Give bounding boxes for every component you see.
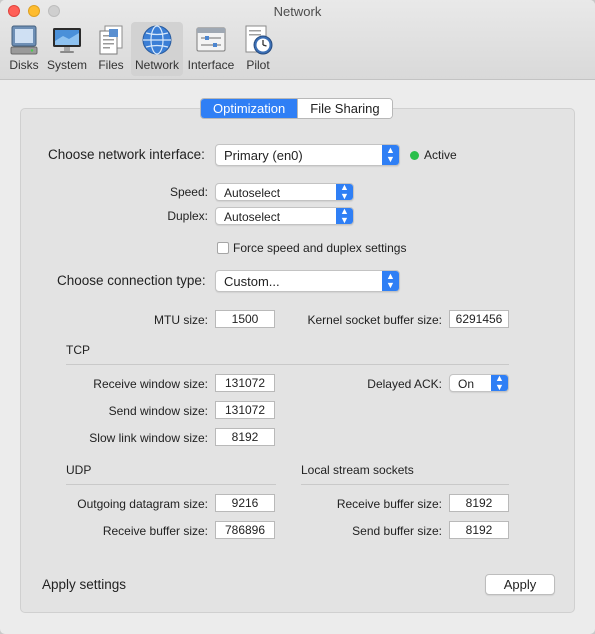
window-title: Network <box>273 4 322 19</box>
network-interface-value: Primary (en0) <box>224 148 303 163</box>
apply-button[interactable]: Apply <box>485 574 555 595</box>
kernel-buffer-field[interactable]: 6291456 <box>449 310 509 328</box>
udp-receive-buffer-field[interactable]: 786896 <box>215 521 275 539</box>
tcp-send-window-field[interactable]: 131072 <box>215 401 275 419</box>
kernel-buffer-label: Kernel socket buffer size: <box>307 313 442 327</box>
toolbar-interface[interactable]: Interface <box>185 22 237 76</box>
mtu-size-field[interactable]: 1500 <box>215 310 275 328</box>
toolbar-files[interactable]: Files <box>94 22 128 76</box>
speed-label: Speed: <box>169 185 208 199</box>
tcp-receive-window-label: Receive window size: <box>93 377 208 391</box>
toolbar-interface-label: Interface <box>187 58 235 72</box>
chevron-up-down-icon: ▲ ▼ <box>336 183 353 201</box>
tab-optimization[interactable]: Optimization <box>201 99 298 118</box>
chevron-up-down-icon: ▲ ▼ <box>336 207 353 225</box>
force-speed-duplex-label: Force speed and duplex settings <box>233 241 407 255</box>
toolbar-system-label: System <box>46 58 87 72</box>
toolbar-pilot-label: Pilot <box>246 58 270 72</box>
toolbar-network[interactable]: Network <box>131 22 183 76</box>
pilot-clock-icon <box>245 25 273 55</box>
udp-heading: UDP <box>66 463 92 477</box>
local-receive-buffer-field[interactable]: 8192 <box>449 494 509 512</box>
connection-type-label: Choose connection type: <box>57 273 206 288</box>
chevron-up-down-icon: ▲ ▼ <box>382 271 399 291</box>
network-window: Network Disks System Files Network Inter… <box>0 0 595 634</box>
tcp-send-window-label: Send window size: <box>108 404 208 418</box>
duplex-label: Duplex: <box>167 209 208 223</box>
delayed-ack-label: Delayed ACK: <box>367 377 442 391</box>
udp-outgoing-label: Outgoing datagram size: <box>77 497 208 511</box>
tcp-heading: TCP <box>66 343 90 357</box>
toolbar-system[interactable]: System <box>44 22 90 76</box>
udp-separator <box>66 484 276 485</box>
mtu-size-label: MTU size: <box>154 313 208 327</box>
network-interface-select[interactable]: Primary (en0) ▲ ▼ <box>215 144 400 166</box>
connection-type-select[interactable]: Custom... ▲ ▼ <box>215 270 400 292</box>
status-active-dot <box>410 151 419 160</box>
tab-switcher: Optimization File Sharing <box>200 98 393 119</box>
local-send-buffer-field[interactable]: 8192 <box>449 521 509 539</box>
delayed-ack-value: On <box>458 377 475 391</box>
local-stream-separator <box>301 484 509 485</box>
tcp-receive-window-field[interactable]: 131072 <box>215 374 275 392</box>
local-send-buffer-label: Send buffer size: <box>352 524 442 538</box>
toolbar-network-label: Network <box>134 58 179 72</box>
duplex-select[interactable]: Autoselect ▲ ▼ <box>215 207 354 225</box>
duplex-value: Autoselect <box>224 210 281 224</box>
title-bar: Network Disks System Files Network Inter… <box>0 0 595 80</box>
tcp-slow-link-field[interactable]: 8192 <box>215 428 275 446</box>
network-interface-label: Choose network interface: <box>48 147 205 162</box>
toolbar-files-label: Files <box>98 58 124 72</box>
udp-receive-buffer-label: Receive buffer size: <box>102 524 208 538</box>
interface-window-icon <box>196 27 226 52</box>
chevron-up-down-icon: ▲ ▼ <box>491 374 508 392</box>
local-receive-buffer-label: Receive buffer size: <box>336 497 442 511</box>
toolbar-pilot[interactable]: Pilot <box>240 22 276 76</box>
udp-outgoing-field[interactable]: 9216 <box>215 494 275 512</box>
apply-settings-label: Apply settings <box>42 577 127 592</box>
system-monitor-icon <box>53 28 81 53</box>
toolbar-disks-label: Disks <box>9 58 39 72</box>
tcp-slow-link-label: Slow link window size: <box>89 431 208 445</box>
files-icon <box>99 25 123 55</box>
toolbar-disks[interactable]: Disks <box>4 22 44 76</box>
status-label: Active <box>424 148 457 162</box>
delayed-ack-select[interactable]: On ▲ ▼ <box>449 374 509 392</box>
connection-type-value: Custom... <box>224 274 280 289</box>
network-globe-icon <box>142 25 172 55</box>
disks-icon <box>10 25 38 55</box>
tcp-separator <box>66 364 509 365</box>
chevron-up-down-icon: ▲ ▼ <box>382 145 399 165</box>
speed-value: Autoselect <box>224 186 281 200</box>
force-speed-duplex-checkbox[interactable] <box>217 242 229 254</box>
tab-file-sharing[interactable]: File Sharing <box>297 99 392 118</box>
speed-select[interactable]: Autoselect ▲ ▼ <box>215 183 354 201</box>
local-stream-heading: Local stream sockets <box>301 463 414 477</box>
